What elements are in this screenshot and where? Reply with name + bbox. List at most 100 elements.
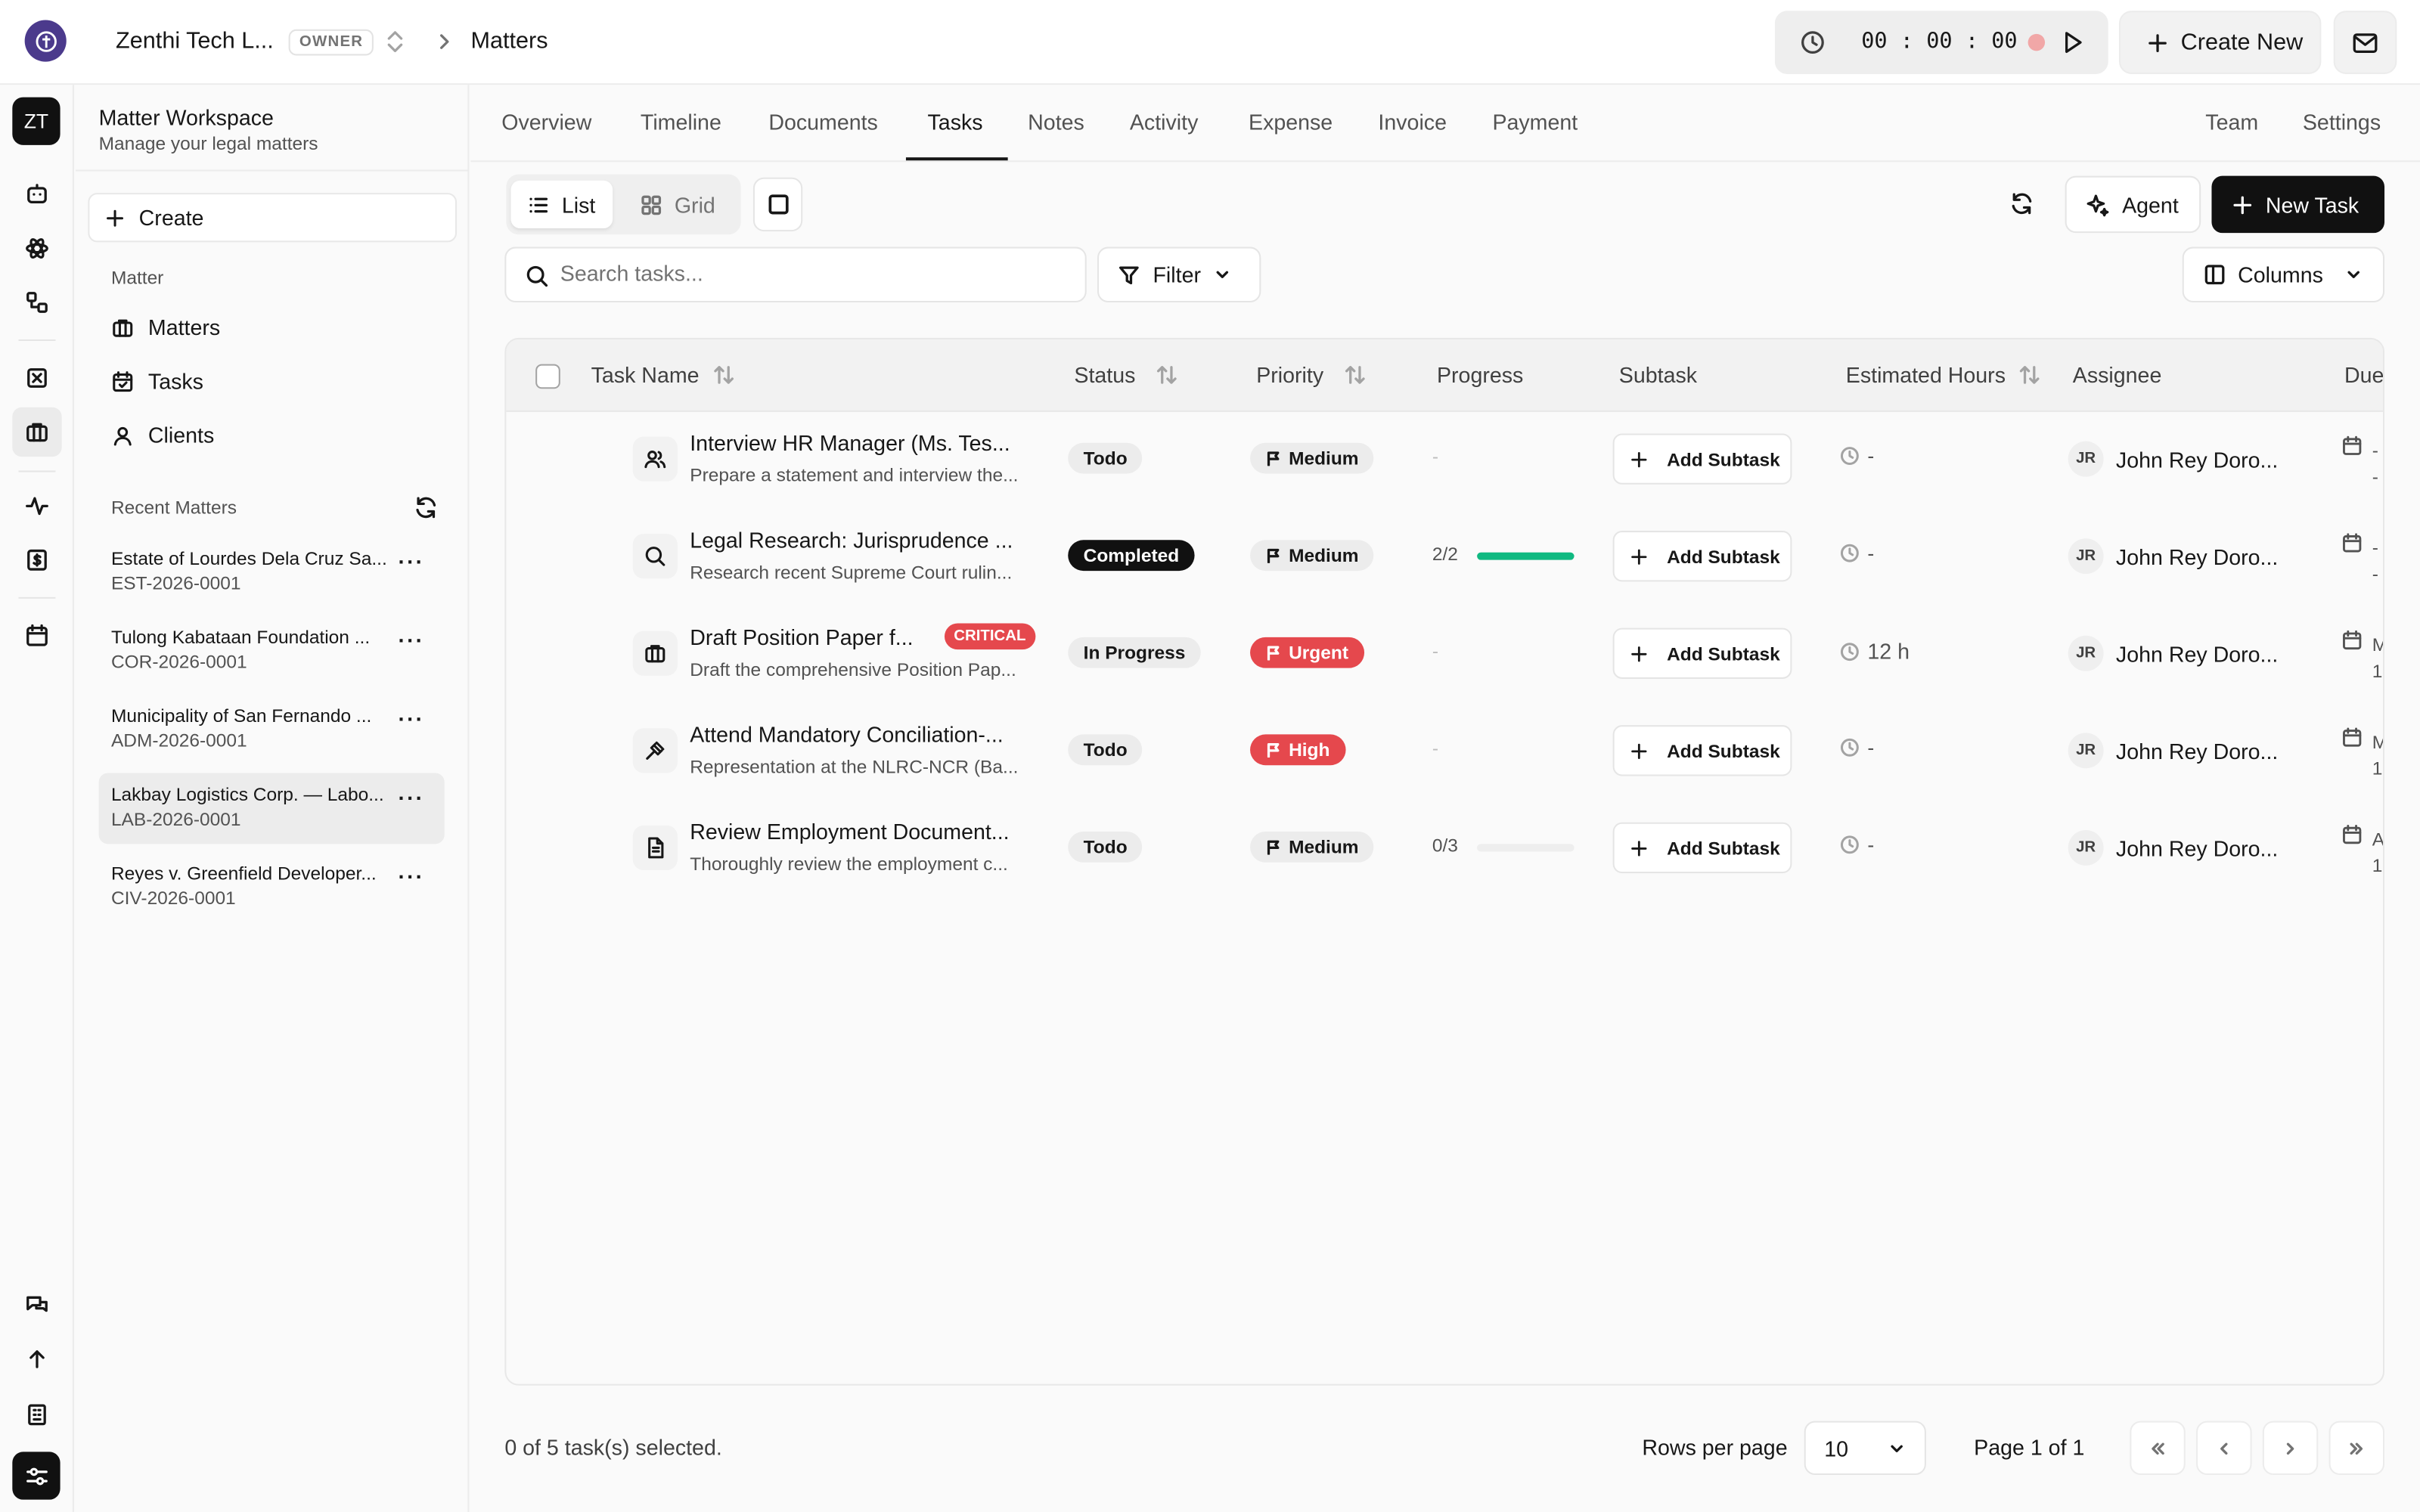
- workflow-icon[interactable]: [18, 284, 55, 321]
- col-task-name[interactable]: Task Name: [591, 363, 735, 387]
- col-estimated-hours[interactable]: Estimated Hours: [1846, 363, 2041, 387]
- search-input[interactable]: [560, 260, 1054, 286]
- create-new-button[interactable]: Create New: [2119, 11, 2322, 74]
- task-title[interactable]: Legal Research: Jurisprudence ...: [690, 528, 1013, 553]
- breadcrumb-current[interactable]: Matters: [470, 28, 548, 54]
- select-mode-button[interactable]: [752, 177, 803, 232]
- task-title[interactable]: Draft Position Paper f...: [690, 625, 913, 650]
- workspace-avatar[interactable]: ZT: [12, 97, 60, 145]
- assignee[interactable]: JR John Rey Doro...: [2068, 733, 2278, 769]
- chat-bot-icon[interactable]: [18, 178, 55, 215]
- tab-payment[interactable]: Payment: [1492, 110, 1578, 135]
- more-icon[interactable]: ···: [399, 707, 425, 732]
- due-date[interactable]: M 1: [2341, 627, 2383, 689]
- due-date[interactable]: A 1: [2341, 821, 2383, 883]
- calendar-icon[interactable]: [18, 617, 55, 654]
- grid-view-button[interactable]: Grid: [623, 181, 732, 228]
- first-page-button[interactable]: [2130, 1421, 2186, 1476]
- refresh-icon[interactable]: [414, 495, 439, 520]
- briefcase-icon[interactable]: [12, 407, 62, 457]
- table-row[interactable]: Draft Position Paper f... CRITICAL Draft…: [506, 606, 2383, 704]
- more-icon[interactable]: ···: [399, 550, 425, 575]
- priority-badge[interactable]: Urgent: [1250, 637, 1364, 668]
- tab-expense[interactable]: Expense: [1249, 110, 1333, 135]
- table-row[interactable]: Interview HR Manager (Ms. Tes... Prepare…: [506, 412, 2383, 510]
- tab-timeline[interactable]: Timeline: [641, 110, 721, 135]
- status-badge[interactable]: Todo: [1068, 734, 1143, 766]
- add-subtask-button[interactable]: Add Subtask: [1612, 531, 1792, 582]
- last-page-button[interactable]: [2328, 1421, 2385, 1476]
- recent-matter-item[interactable]: Reyes v. Greenfield Developer... CIV-202…: [99, 852, 445, 923]
- task-title[interactable]: Review Employment Document...: [690, 820, 1009, 844]
- select-all-checkbox[interactable]: [535, 364, 560, 389]
- org-logo[interactable]: [24, 20, 67, 62]
- tab-overview[interactable]: Overview: [501, 110, 591, 135]
- assignee[interactable]: JR John Rey Doro...: [2068, 829, 2278, 866]
- add-subtask-button[interactable]: Add Subtask: [1612, 627, 1792, 679]
- activity-icon[interactable]: [18, 488, 55, 525]
- square-x-icon[interactable]: [18, 360, 55, 397]
- settings-sliders-icon[interactable]: [12, 1452, 60, 1500]
- rows-per-page-select[interactable]: 10: [1804, 1421, 1926, 1476]
- assignee[interactable]: JR John Rey Doro...: [2068, 538, 2278, 575]
- add-subtask-button[interactable]: Add Subtask: [1612, 822, 1792, 874]
- more-icon[interactable]: ···: [399, 785, 425, 810]
- status-badge[interactable]: Completed: [1068, 540, 1195, 572]
- sidebar-item-matters[interactable]: Matters: [111, 314, 220, 339]
- refresh-button[interactable]: [2003, 185, 2040, 222]
- messages-icon[interactable]: [18, 1287, 55, 1324]
- tab-notes[interactable]: Notes: [1028, 110, 1084, 135]
- tab-activity[interactable]: Activity: [1130, 110, 1198, 135]
- more-icon[interactable]: ···: [399, 864, 425, 889]
- due-date[interactable]: - -: [2341, 432, 2383, 494]
- tab-tasks[interactable]: Tasks: [928, 110, 983, 135]
- due-date[interactable]: - -: [2341, 529, 2383, 591]
- filter-button[interactable]: Filter: [1097, 246, 1261, 302]
- status-badge[interactable]: In Progress: [1068, 637, 1201, 668]
- org-name[interactable]: Zenthi Tech L...: [116, 28, 274, 54]
- priority-badge[interactable]: Medium: [1250, 540, 1375, 572]
- assignee[interactable]: JR John Rey Doro...: [2068, 635, 2278, 671]
- recent-matter-item-active[interactable]: Lakbay Logistics Corp. — Labo... LAB-202…: [98, 773, 445, 844]
- task-title[interactable]: Attend Mandatory Conciliation-...: [690, 722, 1004, 747]
- recent-matter-item[interactable]: Municipality of San Fernando ... ADM-202…: [99, 694, 445, 765]
- more-icon[interactable]: ···: [399, 628, 425, 653]
- task-title[interactable]: Interview HR Manager (Ms. Tes...: [690, 430, 1010, 455]
- sidebar-create-button[interactable]: Create: [88, 193, 458, 243]
- add-subtask-button[interactable]: Add Subtask: [1612, 433, 1792, 485]
- tab-invoice[interactable]: Invoice: [1378, 110, 1447, 135]
- sidebar-item-clients[interactable]: Clients: [111, 423, 214, 448]
- assignee[interactable]: JR John Rey Doro...: [2068, 441, 2278, 477]
- mail-button[interactable]: [2333, 11, 2397, 74]
- priority-badge[interactable]: High: [1250, 734, 1345, 766]
- prev-page-button[interactable]: [2196, 1421, 2252, 1476]
- arrow-up-icon[interactable]: [18, 1340, 55, 1377]
- priority-badge[interactable]: Medium: [1250, 442, 1375, 474]
- dollar-doc-icon[interactable]: [18, 541, 55, 578]
- due-date[interactable]: M 1: [2341, 723, 2383, 785]
- add-subtask-button[interactable]: Add Subtask: [1612, 725, 1792, 776]
- status-badge[interactable]: Todo: [1068, 831, 1143, 863]
- recent-matter-item[interactable]: Estate of Lourdes Dela Cruz Sa... EST-20…: [99, 537, 445, 608]
- priority-badge[interactable]: Medium: [1250, 831, 1375, 863]
- recent-matter-item[interactable]: Tulong Kabataan Foundation ... COR-2026-…: [99, 615, 445, 686]
- sidebar-item-tasks[interactable]: Tasks: [111, 369, 203, 393]
- building-icon[interactable]: [18, 1396, 55, 1433]
- agent-button[interactable]: Agent: [2065, 175, 2201, 234]
- col-priority[interactable]: Priority: [1256, 363, 1365, 387]
- atom-icon[interactable]: [18, 230, 55, 267]
- col-status[interactable]: Status: [1074, 363, 1177, 387]
- tab-documents[interactable]: Documents: [768, 110, 878, 135]
- next-page-button[interactable]: [2262, 1421, 2319, 1476]
- columns-button[interactable]: Columns: [2182, 246, 2385, 302]
- tab-team[interactable]: Team: [2205, 110, 2258, 135]
- chevrons-up-down-icon[interactable]: [384, 28, 406, 56]
- table-row[interactable]: Review Employment Document... Thoroughly…: [506, 801, 2383, 898]
- table-row[interactable]: Legal Research: Jurisprudence ... Resear…: [506, 509, 2383, 606]
- list-view-button[interactable]: List: [510, 180, 613, 229]
- table-row[interactable]: Attend Mandatory Conciliation-... Repres…: [506, 704, 2383, 801]
- status-badge[interactable]: Todo: [1068, 442, 1143, 474]
- play-icon[interactable]: [2062, 29, 2084, 56]
- new-task-button[interactable]: New Task: [2211, 175, 2385, 234]
- tab-settings[interactable]: Settings: [2303, 110, 2381, 135]
